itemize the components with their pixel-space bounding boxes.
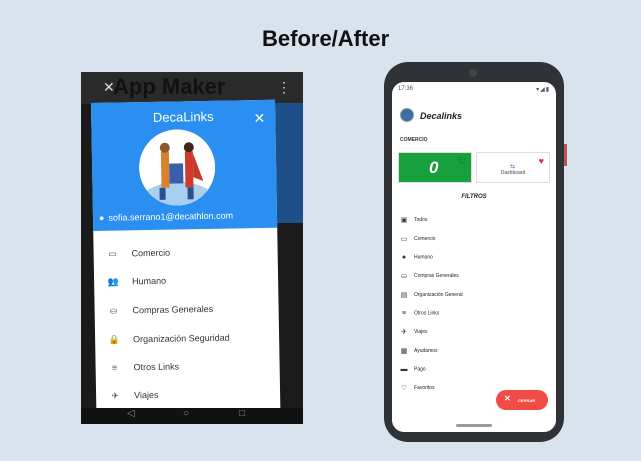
home-indicator[interactable] <box>456 424 492 427</box>
more-vert-icon: ⋮ <box>277 79 291 95</box>
app-maker-label: App Maker <box>113 74 226 99</box>
old-menu-label: Comercio <box>131 247 171 259</box>
filter-label: Pago <box>414 366 426 373</box>
old-menu-item-otros-links[interactable]: ≡ Otros Links <box>108 361 180 373</box>
green-app-card[interactable]: 0 ♡ <box>398 152 472 183</box>
old-menu-item-viajes[interactable]: ✈ Viajes <box>108 390 159 402</box>
side-button <box>564 144 567 166</box>
new-app-screen: 17:36 ▾◢▮ Decalinks COMERCIO 0 ♡ ⇆ Dashb… <box>392 82 556 432</box>
basket-icon: ⛀ <box>401 273 407 280</box>
old-menu-label: Otros Links <box>133 361 180 373</box>
close-icon: ✕ <box>504 394 511 403</box>
app-logo-icon <box>400 108 414 122</box>
close-button-label: CERRAR <box>518 398 536 403</box>
recents-icon: □ <box>239 408 246 419</box>
favorite-outline-icon[interactable]: ♡ <box>458 156 466 167</box>
camera-icon <box>469 69 477 77</box>
old-drawer: DecaLinks ✕ ● sofia.serrano1@decathlon.c… <box>91 99 281 424</box>
filters-title: FILTROS <box>461 194 487 200</box>
lock-icon: 🔒 <box>108 334 120 345</box>
user-email: ● sofia.serrano1@decathlon.com <box>99 211 233 223</box>
before-screenshot: ✕ ⋮ DecaLinks ✕ ● sofia.serrano1@decathl… <box>81 72 303 424</box>
person-icon: ● <box>401 254 407 261</box>
filter-label: Comercio <box>414 236 436 242</box>
avatar <box>138 128 216 207</box>
basket-icon: ⛀ <box>109 305 118 316</box>
old-android-navbar: ◁ ○ □ <box>81 408 303 424</box>
phone-mockup: 17:36 ▾◢▮ Decalinks COMERCIO 0 ♡ ⇆ Dashb… <box>384 62 567 442</box>
links-icon: ≡ <box>401 310 407 317</box>
filter-label: Todos <box>414 217 428 223</box>
dashboard-icon: ⇆ <box>510 164 516 170</box>
close-button[interactable]: ✕ CERRAR <box>496 390 548 410</box>
people-icon: 👥 <box>107 276 119 287</box>
plane-icon: ✈ <box>401 329 407 336</box>
filter-organizacion-general[interactable]: ▤ Organización General <box>400 291 463 301</box>
status-icons: ▾◢▮ <box>536 87 550 93</box>
superhero-illustration-icon <box>139 129 216 207</box>
filter-compras-generales[interactable]: ⛀ Compras Generales <box>400 272 459 282</box>
app-glyph-icon: 0 <box>429 158 439 177</box>
section-label: COMERCIO <box>400 137 428 143</box>
back-icon: ◁ <box>127 408 135 419</box>
old-menu-label: Viajes <box>134 389 159 401</box>
filter-pago[interactable]: ▬ Pago <box>400 366 426 376</box>
old-app-name: DecaLinks <box>152 108 214 125</box>
old-menu-label: Humano <box>132 275 167 287</box>
slide-title: Before/After <box>262 26 390 51</box>
filter-viajes[interactable]: ✈ Viajes <box>400 328 428 338</box>
filter-favoritos[interactable]: ♡ Favoritos <box>400 384 435 394</box>
old-drawer-header: DecaLinks ✕ ● sofia.serrano1@decathlon.c… <box>91 99 278 231</box>
filter-label: Ayudamos <box>414 348 438 354</box>
dashboard-label: Dashboard <box>500 170 526 176</box>
app-bar: Decalinks <box>392 102 556 130</box>
card-icon: ▬ <box>400 366 408 373</box>
old-menu-item-comercio[interactable]: ▭ Comercio <box>106 248 171 260</box>
filter-label: Humano <box>414 254 433 261</box>
app-title: Decalinks <box>420 111 463 121</box>
status-bar: 17:36 ▾◢▮ <box>398 85 550 95</box>
chat-icon: ▦ <box>400 348 408 355</box>
filter-comercio[interactable]: ▭ Comercio <box>400 235 436 245</box>
old-menu-label: Compras Generales <box>132 303 214 316</box>
status-time: 17:36 <box>398 86 414 92</box>
store-icon: ▭ <box>108 248 117 259</box>
filter-label: Favoritos <box>414 385 435 391</box>
filter-otros-links[interactable]: ≡ Otros Links <box>400 310 439 320</box>
links-icon: ≡ <box>111 362 118 373</box>
filter-todos[interactable]: ▣ Todos <box>400 216 428 226</box>
lock-icon: ▤ <box>400 292 408 299</box>
old-menu-item-organizacion[interactable]: 🔒 Organización Seguridad <box>107 333 230 346</box>
heart-icon: ♡ <box>400 385 408 392</box>
dashboard-card[interactable]: ⇆ Dashboard ♥ <box>476 152 550 183</box>
filter-label: Viajes <box>414 329 428 335</box>
filter-label: Otros Links <box>414 310 440 317</box>
filter-label: Organización General <box>414 292 463 298</box>
user-email-text: sofia.serrano1@decathlon.com <box>108 210 234 223</box>
plane-icon: ✈ <box>111 390 119 401</box>
filter-humano[interactable]: ● Humano <box>400 254 433 264</box>
old-menu-item-compras[interactable]: ⛀ Compras Generales <box>107 304 214 317</box>
old-background-panel <box>275 103 303 223</box>
grid-icon: ▣ <box>400 217 408 224</box>
filter-label: Compras Generales <box>414 273 459 279</box>
person-icon: ● <box>98 212 105 223</box>
favorite-filled-icon[interactable]: ♥ <box>539 156 544 166</box>
link-cards: 0 ♡ ⇆ Dashboard ♥ <box>398 152 550 183</box>
old-menu-item-humano[interactable]: 👥 Humano <box>106 276 166 288</box>
old-menu-label: Organización Seguridad <box>133 332 230 345</box>
drawer-close-icon[interactable]: ✕ <box>253 110 265 127</box>
home-icon: ○ <box>183 408 190 419</box>
store-icon: ▭ <box>400 236 408 243</box>
filter-ayudamos[interactable]: ▦ Ayudamos <box>400 347 438 357</box>
